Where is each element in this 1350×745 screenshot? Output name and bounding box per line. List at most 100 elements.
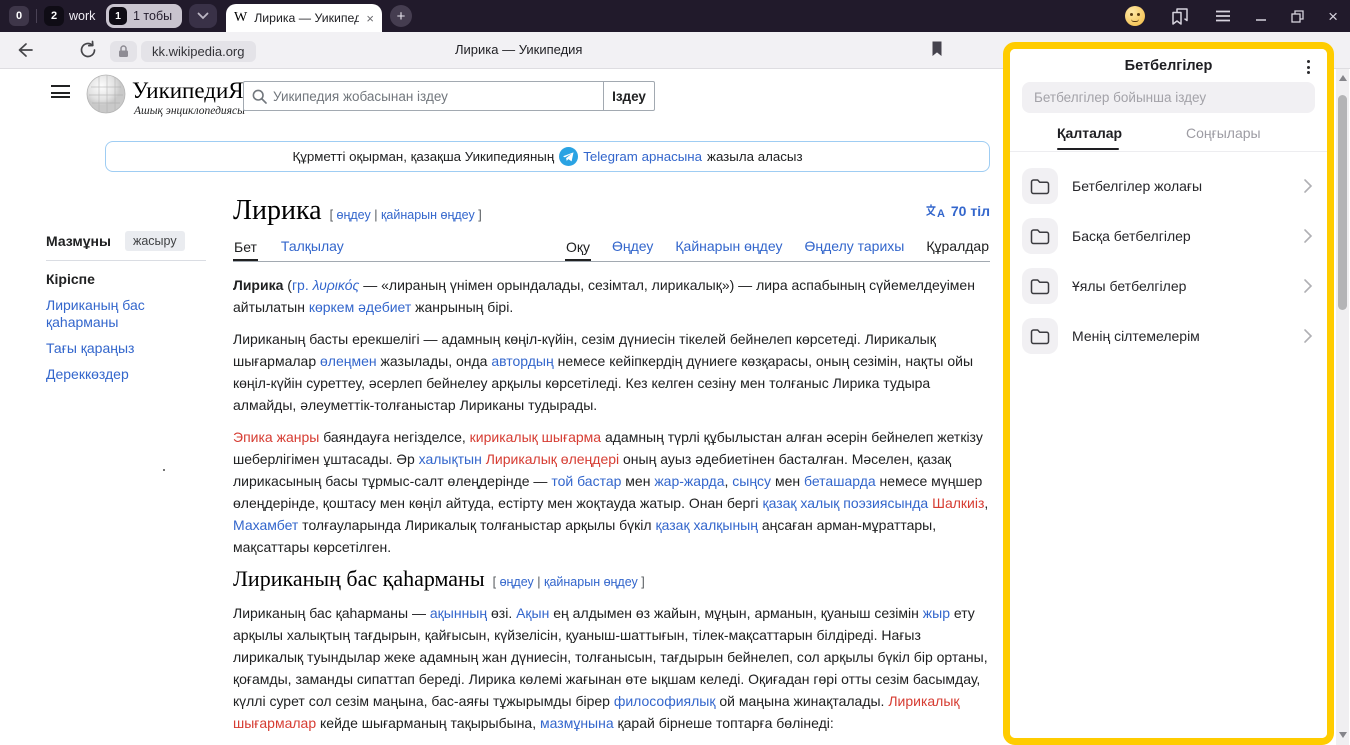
lock-icon: [118, 45, 129, 58]
folder-row-mobile-bookmarks[interactable]: Ұялы бетбелгілер: [1010, 261, 1327, 311]
tab-strip-controls: ×: [1125, 0, 1350, 32]
kebab-menu-icon[interactable]: [1300, 58, 1316, 76]
text-link[interactable]: мазмұнына: [540, 715, 614, 731]
wikipedia-logo-globe[interactable]: [85, 73, 127, 115]
page-scrollbar[interactable]: [1336, 68, 1349, 745]
text-link[interactable]: өңдеу: [500, 575, 534, 589]
text-link[interactable]: өлеңмен: [320, 353, 377, 369]
text-link[interactable]: көркем әдебиет: [309, 299, 411, 315]
text-link[interactable]: λυρικός: [313, 277, 360, 293]
title-edit-links: [ өңдеу | қайнарын өңдеу ]: [330, 208, 482, 222]
folder-row-bookmarks-bar[interactable]: Бетбелгілер жолағы: [1010, 161, 1327, 211]
wiki-search-input[interactable]: [273, 89, 573, 104]
tab-quraldar[interactable]: Құралдар: [925, 238, 990, 261]
text-link[interactable]: өңдеу: [337, 208, 371, 222]
article-title: Лирика: [233, 195, 322, 226]
text-link[interactable]: қазақ халқының: [655, 517, 757, 533]
section-heading: Лириканың бас қаһарманы[ өңдеу | қайнары…: [233, 568, 990, 593]
restore-window-icon[interactable]: [1291, 10, 1304, 23]
workspace-zero-badge[interactable]: 0: [9, 6, 29, 26]
text-link[interactable]: гр.: [292, 277, 309, 293]
new-tab-button[interactable]: +: [390, 5, 412, 27]
bookmarks-search-input[interactable]: [1034, 90, 1303, 105]
tab-group-expand-button[interactable]: [189, 4, 217, 28]
tab-close-icon[interactable]: ×: [366, 11, 374, 26]
active-tab[interactable]: W Лирика — Уикипедия ×: [226, 4, 382, 32]
text-link[interactable]: Махамбет: [233, 517, 298, 533]
minimize-window-icon[interactable]: [1255, 10, 1267, 22]
scroll-down-arrow[interactable]: [1339, 732, 1347, 738]
text-segment: |: [534, 575, 544, 589]
text-link[interactable]: ақынның: [430, 605, 487, 621]
text-link[interactable]: автордың: [491, 353, 553, 369]
browser-window: 0 2 work 1 1 тобы W Лирика — Уикипедия ×…: [0, 0, 1350, 745]
browser-menu-icon[interactable]: [1215, 10, 1231, 22]
scroll-up-arrow[interactable]: [1339, 75, 1347, 81]
profile-avatar[interactable]: [1125, 6, 1145, 26]
tab-bet[interactable]: Бет: [233, 239, 258, 262]
text-link[interactable]: кирикалық шығарма: [470, 429, 601, 445]
wiki-search-box[interactable]: [243, 81, 604, 111]
back-icon[interactable]: [14, 40, 34, 60]
language-icon: A: [926, 204, 945, 219]
text-link[interactable]: Эпика жанры: [233, 429, 319, 445]
folder-row-my-links[interactable]: Менің сілтемелерім: [1010, 311, 1327, 361]
text-link[interactable]: қазақ халық поэзиясында: [762, 495, 928, 511]
banner-text-before: Құрметті оқырман, қазақша Уикипедияның: [292, 149, 554, 164]
url-field[interactable]: kk.wikipedia.org: [141, 41, 256, 62]
tab-strip-divider: [36, 9, 37, 23]
reload-icon[interactable]: [78, 40, 98, 60]
close-window-icon[interactable]: ×: [1328, 8, 1338, 25]
site-security-chip[interactable]: [110, 41, 137, 62]
text-segment: ой маңына жинақталады.: [716, 693, 889, 709]
text-link[interactable]: той бастар: [551, 473, 621, 489]
text-link[interactable]: қайнарын өңдеу: [381, 208, 475, 222]
telegram-channel-link[interactable]: Telegram арнасына: [583, 149, 702, 164]
language-selector[interactable]: A 70 тіл: [926, 203, 990, 219]
bookmark-flag-icon[interactable]: [930, 40, 944, 58]
toc-item-tagy-qaranyz[interactable]: Тағы қараңыз: [46, 340, 206, 357]
text-link[interactable]: беташарда: [804, 473, 876, 489]
text-link[interactable]: сыңсу: [732, 473, 771, 489]
bookmarks-search-box[interactable]: [1022, 82, 1315, 113]
bookmarks-panels-icon[interactable]: [1169, 7, 1191, 26]
text-link[interactable]: Лирикалық өлеңдері: [486, 451, 619, 467]
tab-oqu[interactable]: Оқу: [565, 239, 591, 262]
tab-folders[interactable]: Қалталар: [1057, 125, 1119, 141]
text-link[interactable]: Шалкиіз: [932, 495, 984, 511]
tab-recent[interactable]: Соңғылары: [1186, 125, 1256, 141]
paragraph-intro: Лирика (гр. λυρικός — «лираның үнімен ор…: [233, 274, 990, 318]
work-tab-count-badge[interactable]: 2: [44, 6, 64, 26]
toc-item-bas-qaharmany[interactable]: Лириканың бас қаһарманы: [46, 297, 206, 331]
workspace-label[interactable]: work: [69, 9, 95, 23]
text-link[interactable]: Ақын: [516, 605, 549, 621]
folder-row-other-bookmarks[interactable]: Басқа бетбелгілер: [1010, 211, 1327, 261]
text-segment: ]: [638, 575, 645, 589]
wikipedia-tagline: Ашық энциклопедиясы: [134, 105, 245, 117]
page-tabs-bar: Бет Талқылау Оқу Өңдеу Қайнарын өңдеу Өң…: [233, 232, 990, 262]
tab-talqylau[interactable]: Талқылау: [280, 238, 345, 261]
wikipedia-wordmark[interactable]: УикипедиЯ: [132, 78, 244, 104]
scrollbar-thumb[interactable]: [1338, 95, 1347, 310]
tab-group-chip[interactable]: 1 1 тобы: [106, 4, 182, 28]
toc-item-kirispe[interactable]: Кіріспе: [46, 271, 206, 288]
tab-ondelu-tarihy[interactable]: Өңделу тарихы: [803, 238, 905, 261]
text-link[interactable]: қайнарын өңдеу: [544, 575, 638, 589]
wikipedia-favicon: W: [234, 10, 247, 26]
main-menu-icon[interactable]: [51, 85, 70, 98]
text-link[interactable]: философиялық: [614, 693, 716, 709]
telegram-banner: Құрметті оқырман, қазақша Уикипедияның T…: [105, 141, 990, 172]
chevron-right-icon: [1303, 178, 1313, 194]
text-link[interactable]: жар-жарда: [654, 473, 724, 489]
toc-hide-button[interactable]: жасыру: [125, 231, 185, 251]
tab-group-name: 1 тобы: [133, 9, 172, 23]
text-link[interactable]: халықтын: [419, 451, 482, 467]
tab-qainaryn-ondeu[interactable]: Қайнарын өңдеу: [674, 238, 783, 261]
article-content: Лирика (гр. λυρικός — «лираның үнімен ор…: [233, 274, 990, 745]
stray-dot: [163, 469, 165, 471]
text-link[interactable]: жыр: [923, 605, 950, 621]
tab-ondeu[interactable]: Өңдеу: [611, 238, 654, 261]
toc-title: Мазмұны: [46, 233, 111, 249]
wiki-search-button[interactable]: Іздеу: [603, 81, 655, 111]
toc-item-derekkozder[interactable]: Дереккөздер: [46, 366, 206, 383]
